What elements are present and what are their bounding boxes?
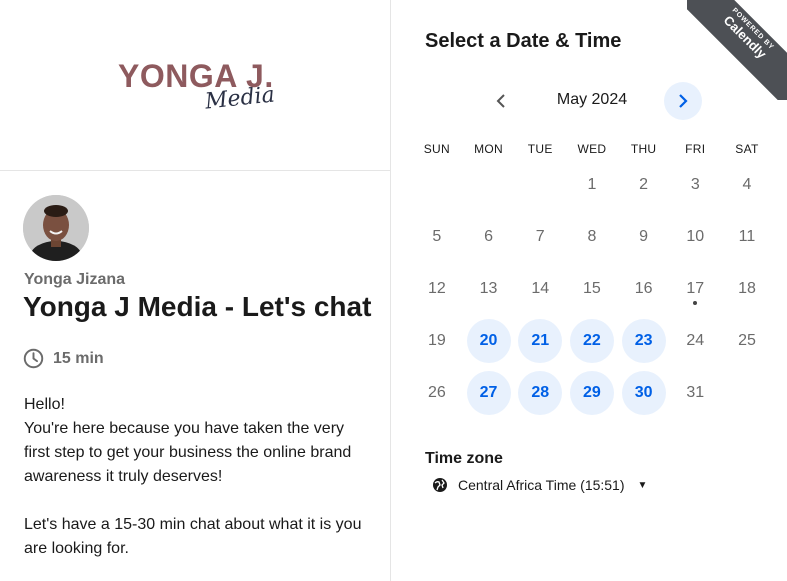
day-number: 29 [583,384,601,401]
timezone-value: Central Africa Time (15:51) [458,477,625,493]
weekday-label: SUN [423,142,450,156]
day-button-available[interactable]: 29 [566,367,618,419]
day-button-available[interactable]: 21 [514,315,566,367]
day-number: 2 [639,176,649,193]
event-details-panel: YONGA J. Media Yonga Jizana Yonga J Medi… [0,0,391,581]
day-cell: 16 [618,263,670,315]
day-number: 25 [738,332,756,349]
day-cell: 31 [669,367,721,419]
today-indicator [693,301,698,305]
day-number: 3 [690,176,700,193]
day-button-available[interactable]: 30 [618,367,670,419]
day-number: 19 [427,332,446,349]
duration-label: 15 min [53,349,104,367]
day-number: 13 [479,280,498,297]
day-cell: 12 [411,263,463,315]
globe-icon [433,478,447,492]
day-cell: 17 [669,263,721,315]
empty-cell [411,159,463,211]
day-cell: 3 [669,159,721,211]
day-cell: 5 [411,211,463,263]
brand-logo-area: YONGA J. Media [0,0,391,171]
month-label: May 2024 [556,91,628,108]
description-line: Hello! [24,396,65,413]
day-number: 30 [634,384,653,401]
event-title: Yonga J Media - Let's chat [23,291,372,322]
page-title: Select a Date & Time [425,30,622,52]
day-cell: 9 [618,211,670,263]
event-duration: 15 min [23,348,104,369]
description-line: Let's have a 15-30 min chat about what i… [24,516,362,557]
day-number: 16 [634,280,653,297]
weekday-label: THU [630,142,657,156]
day-number: 14 [531,280,550,297]
timezone-select[interactable]: Central Africa Time (15:51) ▼ [432,477,647,493]
day-number: 1 [587,176,597,193]
day-cell: 8 [566,211,618,263]
caret-down-icon: ▼ [637,479,648,491]
day-button-available[interactable]: 23 [618,315,670,367]
day-cell: 1 [566,159,618,211]
weekday-label: MON [474,142,503,156]
day-cell: 19 [411,315,463,367]
empty-cell [514,159,566,211]
day-number: 27 [479,384,498,401]
day-number: 20 [479,332,498,349]
day-number: 11 [738,228,756,245]
timezone-label: Time zone [425,450,503,467]
day-number: 18 [738,280,756,297]
avatar [23,195,89,261]
day-cell: 10 [669,211,721,263]
weekday-label: TUE [527,142,553,156]
day-button-available[interactable]: 22 [566,315,618,367]
ribbon-powered-by: POWERED BY [730,6,776,52]
day-number: 15 [583,280,601,297]
day-number: 24 [686,332,705,349]
day-cell: 6 [463,211,515,263]
day-cell: 11 [721,211,773,263]
day-cell: 15 [566,263,618,315]
day-number: 22 [583,332,601,349]
day-button-available[interactable]: 27 [463,367,515,419]
day-number: 5 [432,228,442,245]
clock-icon [23,348,44,369]
day-cell: 2 [618,159,670,211]
day-number: 17 [686,280,705,297]
day-number: 26 [427,384,446,401]
day-cell: 24 [669,315,721,367]
day-number: 9 [639,228,649,245]
chevron-left-icon [496,94,505,108]
day-number: 21 [531,332,550,349]
day-cell: 18 [721,263,773,315]
day-cell: 7 [514,211,566,263]
empty-cell [463,159,515,211]
weekday-label: SAT [735,142,759,156]
weekday-label: FRI [685,142,706,156]
day-cell: 14 [514,263,566,315]
day-cell: 25 [721,315,773,367]
day-number: 23 [634,332,653,349]
host-name: Yonga Jizana [24,271,126,288]
powered-by-ribbon[interactable]: POWERED BY Calendly [687,0,787,100]
day-number: 10 [686,228,705,245]
weekday-header: SUN MON TUE WED THU FRI SAT [411,142,773,156]
day-number: 31 [686,384,705,401]
day-button-available[interactable]: 20 [463,315,515,367]
scheduler-panel: Select a Date & Time May 2024 SUN MON TUE W… [392,0,787,581]
day-button-available[interactable]: 28 [514,367,566,419]
day-number: 12 [427,280,446,297]
description-line: You're here because you have taken the v… [24,420,352,485]
day-number: 8 [587,228,597,245]
calendar-grid: 1 2 3 4 5 6 7 8 9 10 11 12 13 14 15 16 17 18 19 20 21 22 23 24 2… [411,159,773,419]
day-cell: 13 [463,263,515,315]
event-description: Hello! You're here because you have take… [24,393,374,561]
day-number: 6 [484,228,493,245]
day-cell: 26 [411,367,463,419]
weekday-label: WED [577,142,607,156]
previous-month-button[interactable] [482,82,520,120]
day-number: 7 [535,228,545,245]
day-number: 4 [742,176,752,193]
day-number: 28 [531,384,550,401]
day-cell: 4 [721,159,773,211]
